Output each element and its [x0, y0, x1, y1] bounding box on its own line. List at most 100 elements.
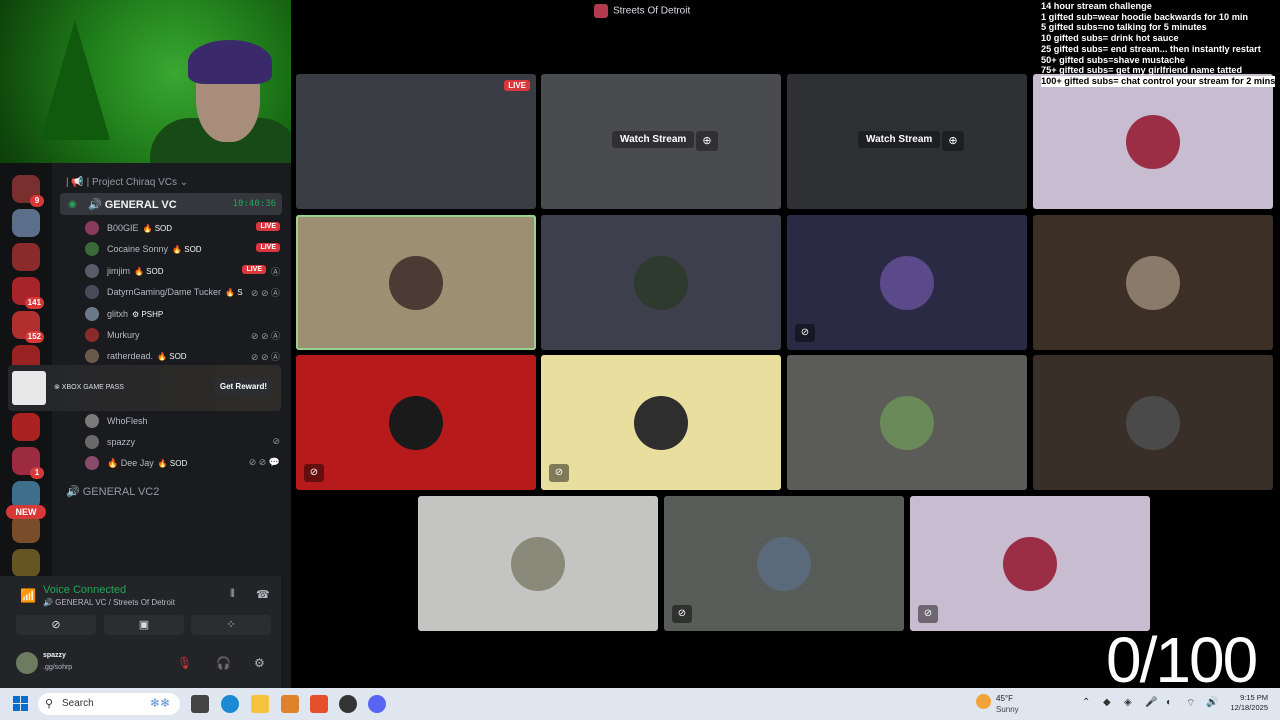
server-icon[interactable]: 152 — [12, 311, 44, 343]
member-row[interactable]: Cocaine Sonny 🔥 SOD LIVE — [85, 240, 280, 258]
voice-path[interactable]: 🔊 GENERAL VC / Streets Of Detroit — [43, 598, 175, 607]
server-icon[interactable] — [12, 413, 40, 441]
gear-icon[interactable]: ⚙ — [254, 656, 265, 670]
participant-tile[interactable] — [541, 215, 781, 350]
member-name: Murkury — [107, 330, 140, 340]
participant-tile[interactable]: Watch Stream ⊕ — [541, 74, 781, 209]
task-view-icon[interactable] — [191, 695, 209, 713]
notification-badge: 9 — [30, 195, 44, 207]
tray-chevron-icon[interactable]: ⌃ — [1082, 697, 1090, 708]
avatar — [389, 395, 443, 450]
popout-icon[interactable]: ⊕ — [942, 131, 964, 151]
avatar — [389, 255, 443, 310]
server-icon[interactable]: 9 — [12, 175, 44, 207]
participant-tile[interactable]: Watch Stream ⊕ — [787, 74, 1027, 209]
speaker-icon: ◉ — [68, 199, 77, 210]
participant-tile[interactable]: LIVE — [296, 74, 536, 209]
mic-muted-icon[interactable]: 🎙 — [177, 656, 192, 670]
participant-tile[interactable]: ⊘ — [296, 355, 536, 490]
member-name: B00GIE 🔥 SOD — [107, 223, 172, 233]
watch-stream-button[interactable]: Watch Stream — [612, 131, 695, 148]
tray-app-icon[interactable]: ◆ — [1103, 697, 1111, 708]
app-icon[interactable] — [281, 695, 299, 713]
popout-icon[interactable]: ⊕ — [696, 131, 718, 151]
rail-new-badge[interactable]: NEW — [6, 505, 46, 519]
member-row[interactable]: DatyrnGaming/Dame Tucker 🔥 S ⊘ ⊘ Ⓐ — [85, 283, 280, 301]
tree-shape — [40, 20, 110, 140]
member-tag: 🔥 SOD — [134, 266, 164, 276]
challenge-line: 50+ gifted subs=shave mustache — [1041, 54, 1185, 65]
mic-tray-icon[interactable]: 🎤 — [1145, 697, 1157, 708]
member-row[interactable]: jimjim 🔥 SOD LIVE Ⓐ — [85, 262, 280, 280]
member-row[interactable]: spazzy ⊘ — [85, 433, 280, 451]
discord-icon[interactable] — [368, 695, 386, 713]
member-status-icons: ⊘ ⊘ Ⓐ — [250, 288, 280, 299]
member-name: spazzy — [107, 437, 135, 447]
voice-channel-general[interactable]: ◉ 🔊 GENERAL VC 10:40:36 — [60, 193, 282, 215]
participant-tile[interactable]: ⊘ — [541, 355, 781, 490]
folder-icon[interactable] — [251, 695, 269, 713]
participant-tile[interactable] — [1033, 215, 1273, 350]
activities-button[interactable]: ⁘ — [191, 615, 271, 635]
video-off-icon: ⊘ — [549, 464, 569, 482]
member-name-text: glitxh — [107, 308, 129, 319]
participant-tile[interactable]: ⊘ — [787, 215, 1027, 350]
participant-tile[interactable]: ⊘ — [910, 496, 1150, 631]
voice-channel-general-2[interactable]: 🔊 GENERAL VC2 — [66, 485, 159, 498]
member-row[interactable]: WhoFlesh — [85, 412, 280, 430]
member-name: DatyrnGaming/Dame Tucker 🔥 S — [107, 287, 243, 297]
server-icon[interactable] — [12, 549, 40, 577]
server-icon[interactable] — [12, 209, 40, 237]
windows-start-icon[interactable] — [13, 696, 29, 712]
clock[interactable]: 9:15 PM 12/18/2025 — [1222, 693, 1268, 713]
headset-icon[interactable]: 🎧 — [216, 656, 231, 670]
watch-stream-button[interactable]: Watch Stream — [858, 131, 941, 148]
member-status-icons: Ⓐ — [270, 266, 280, 277]
member-row[interactable]: ratherdead. 🔥 SOD ⊘ ⊘ Ⓐ — [85, 347, 280, 365]
camera-tray-icon[interactable]: ◐ — [1166, 697, 1172, 708]
server-icon[interactable]: 1 — [12, 447, 44, 479]
member-row[interactable]: B00GIE 🔥 SOD LIVE — [85, 219, 280, 237]
tray-app-icon-2[interactable]: ◈ — [1124, 697, 1132, 708]
member-name: Cocaine Sonny 🔥 SOD — [107, 244, 202, 254]
avatar — [880, 395, 934, 450]
server-icon[interactable]: 141 — [12, 277, 44, 309]
participant-tile[interactable] — [296, 215, 536, 350]
member-row[interactable]: 🔥 Dee Jay 🔥 SOD ⊘ ⊘ 💬 — [85, 454, 280, 472]
participant-tile[interactable]: ⊘ — [664, 496, 904, 631]
category-label[interactable]: | 📢 | Project Chiraq VCs ⌄ — [66, 177, 188, 188]
obs-icon[interactable] — [339, 695, 357, 713]
video-off-icon: ⊘ — [672, 605, 692, 623]
member-tag: 🔥 SOD — [142, 224, 173, 233]
member-row[interactable]: glitxh ⚙ PSHP — [85, 305, 280, 323]
voice-connected-label[interactable]: Voice Connected — [43, 584, 126, 596]
search-text: Search — [62, 698, 94, 709]
member-name: glitxh ⚙ PSHP — [107, 309, 163, 319]
brave-icon[interactable] — [310, 695, 328, 713]
user-status: .gg/sohrp — [43, 664, 73, 671]
username[interactable]: spazzy — [43, 652, 66, 659]
camera-button[interactable]: ⊘ — [16, 615, 96, 635]
live-badge: LIVE — [504, 80, 530, 91]
promo-label: ⊗ XBOX GAME PASS — [54, 384, 124, 391]
live-badge: LIVE — [242, 264, 266, 274]
screen-share-button[interactable]: ▣ — [104, 615, 184, 635]
noise-suppression-icon[interactable]: ⦀ — [230, 588, 235, 601]
participant-tile[interactable] — [1033, 74, 1273, 209]
notification-badge: 141 — [24, 297, 44, 309]
participant-tile[interactable] — [787, 355, 1027, 490]
taskbar-search[interactable]: ⚲ Search ❄❄ — [38, 693, 180, 715]
server-icon[interactable] — [12, 515, 40, 543]
volume-icon[interactable]: 🔊 — [1206, 697, 1218, 708]
server-icon[interactable] — [12, 243, 40, 271]
participant-tile[interactable] — [1033, 355, 1273, 490]
get-reward-button[interactable]: Get Reward! — [213, 378, 273, 395]
avatar — [85, 221, 99, 235]
wifi-icon[interactable]: ⌔ — [1186, 697, 1195, 710]
sub-counter: 0/100 — [1106, 624, 1258, 696]
avatar[interactable] — [16, 652, 38, 674]
edge-icon[interactable] — [221, 695, 239, 713]
disconnect-icon[interactable]: ☎ — [256, 588, 270, 601]
participant-tile[interactable] — [418, 496, 658, 631]
member-row[interactable]: Murkury ⊘ ⊘ Ⓐ — [85, 326, 280, 344]
